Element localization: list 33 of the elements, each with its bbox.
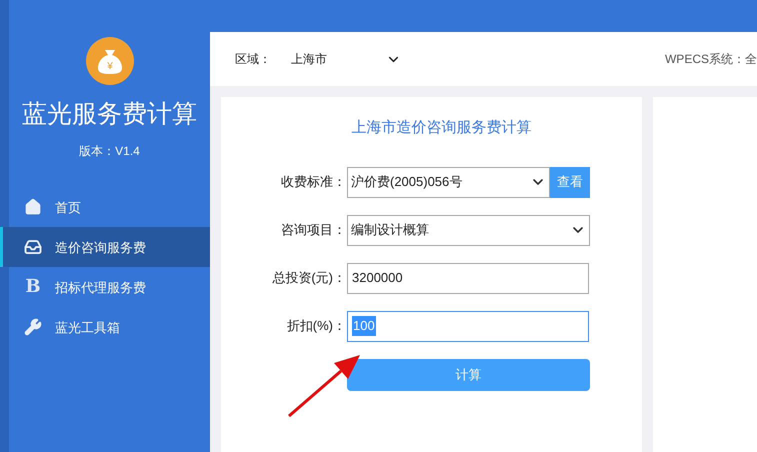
calculate-button[interactable]: 计算 — [347, 358, 590, 390]
dropdown[interactable]: 沪价费(2005)056号 — [347, 166, 550, 198]
region-dropdown[interactable]: 上海市 — [291, 50, 401, 68]
field-value: 3200000 — [352, 269, 403, 288]
region-label: 区域： — [235, 51, 271, 68]
dropdown[interactable]: 编制设计概算 — [347, 214, 590, 246]
input-field[interactable]: 100 — [347, 310, 589, 342]
nav-label: 首页 — [55, 198, 81, 216]
wrench-icon — [24, 318, 42, 336]
view-button[interactable]: 查看 — [550, 166, 590, 198]
letter-icon: B — [24, 278, 42, 296]
nav-label: 招标代理服务费 — [55, 278, 146, 296]
system-text: WPECS系统：全 — [664, 51, 757, 68]
field-value: 100 — [352, 316, 376, 336]
app-title: 蓝光服务费计算 — [22, 99, 197, 130]
nav-label: 造价咨询服务费 — [55, 238, 146, 256]
nav-item[interactable]: B 招标代理服务费 — [0, 267, 210, 308]
nav-item[interactable]: 蓝光工具箱 — [0, 307, 210, 348]
field-label: 总投资(元)： — [271, 269, 347, 288]
field-value: 沪价费(2005)056号 — [351, 173, 462, 192]
nav-label: 蓝光工具箱 — [55, 318, 120, 336]
home-icon — [24, 198, 42, 216]
nav-item[interactable]: 首页 — [0, 187, 210, 228]
field-label: 折扣(%)： — [286, 317, 347, 336]
form-title: 上海市造价咨询服务费计算 — [350, 118, 532, 138]
version-text: 版本：V1.4 — [79, 143, 140, 160]
field-label: 收费标准： — [280, 173, 347, 192]
nav-item[interactable]: 造价咨询服务费 — [0, 227, 210, 268]
money-bag-logo: ¥ — [86, 37, 134, 85]
inbox-icon — [24, 238, 42, 256]
input-field[interactable]: 3200000 — [347, 262, 589, 294]
field-label: 咨询项目： — [280, 221, 347, 240]
field-value: 编制设计概算 — [351, 221, 429, 240]
